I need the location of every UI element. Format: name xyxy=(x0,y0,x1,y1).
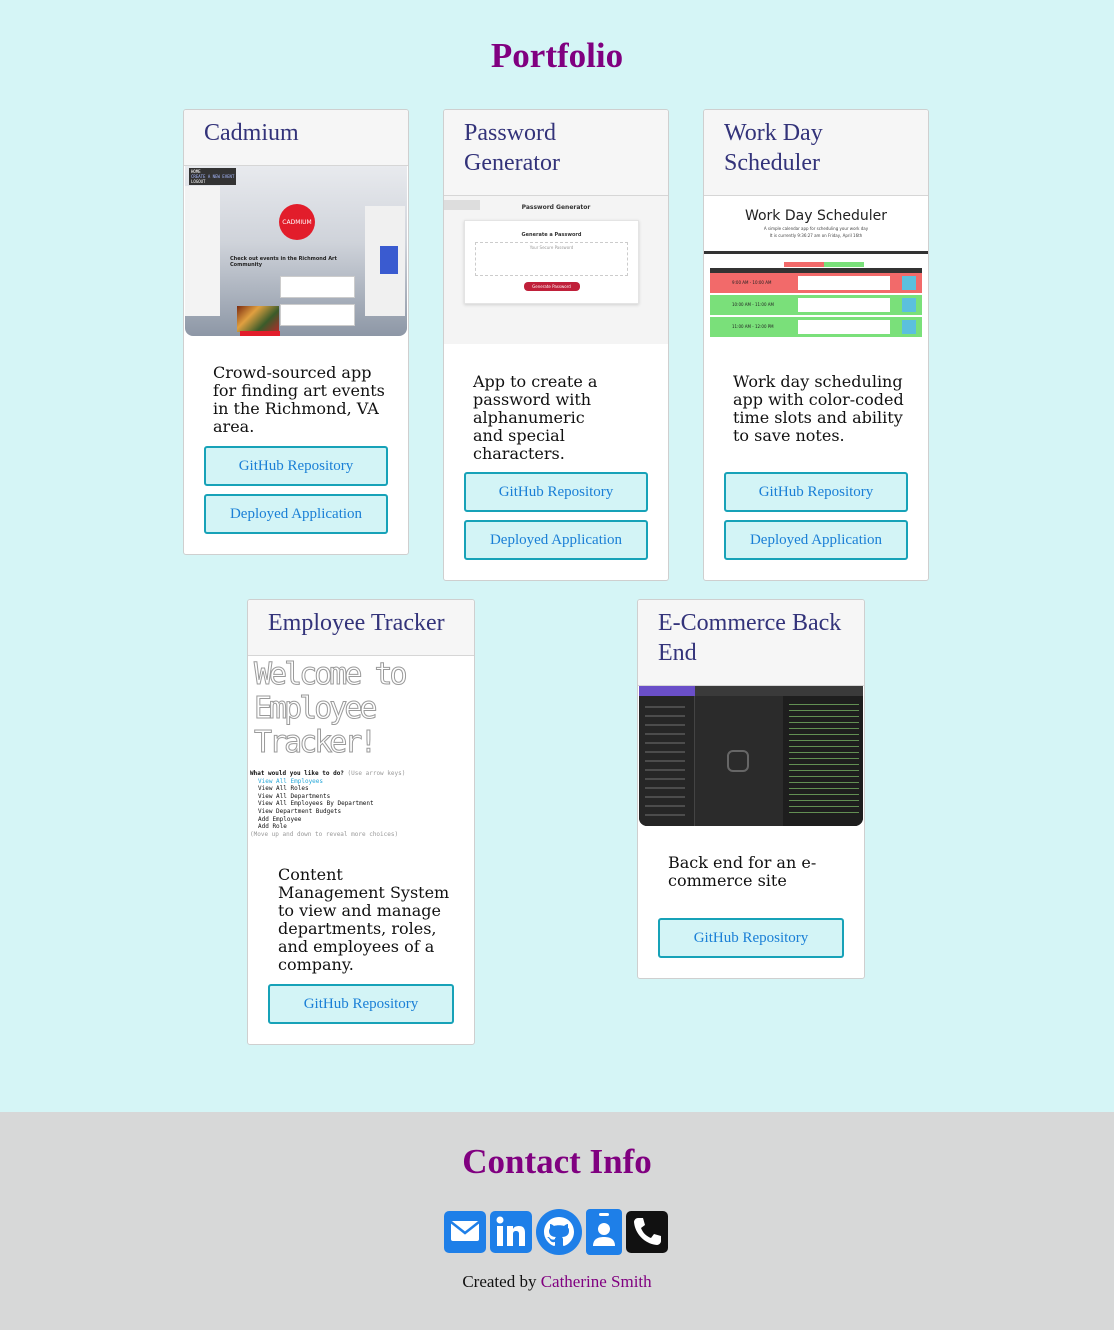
time-slot: 10:00 AM - 11:00 AM xyxy=(732,302,774,307)
menu-option: View All Employees By Department xyxy=(258,800,374,808)
hint: (Use arrow keys) xyxy=(347,770,406,777)
card-title: Cadmium xyxy=(184,110,408,166)
menu-option: View All Departments xyxy=(258,792,331,800)
menu-option: Add Role xyxy=(258,823,287,831)
deployed-application-button[interactable]: Deployed Application xyxy=(204,494,388,534)
github-repository-button[interactable]: GitHub Repository xyxy=(464,472,648,512)
linkedin-icon[interactable] xyxy=(490,1209,532,1253)
prompt: What would you like to do? xyxy=(250,770,344,777)
menu-option: View All Employees xyxy=(258,777,324,785)
screenshot-date: It is currently 9:36:27 am on Friday, Ap… xyxy=(769,233,863,238)
envelope-icon[interactable] xyxy=(444,1209,486,1253)
contact-card-icon[interactable] xyxy=(586,1209,622,1255)
screenshot-button: Generate Password xyxy=(523,282,580,291)
project-card-e-commerce-back-end: E-Commerce Back End Back end for an e-co… xyxy=(637,599,865,979)
project-card-work-day-scheduler: Work Day Scheduler Work Day Scheduler A … xyxy=(703,109,929,581)
time-slot: 11:00 AM - 12:00 PM xyxy=(732,324,774,329)
created-by: Created by Catherine Smith xyxy=(0,1272,1114,1292)
github-repository-button[interactable]: GitHub Repository xyxy=(658,918,844,958)
project-card-cadmium: Cadmium HOME CREATE A NEW EVENT LOGOUT C… xyxy=(183,109,409,555)
github-repository-button[interactable]: GitHub Repository xyxy=(268,984,454,1024)
project-card-employee-tracker: Employee Tracker Welcome to Employee Tra… xyxy=(247,599,475,1045)
card-description: Back end for an e-commerce site xyxy=(668,853,817,890)
project-screenshot: HOME CREATE A NEW EVENT LOGOUT CADMIUM C… xyxy=(185,166,407,336)
project-card-password-generator: Password Generator Password Generator Ge… xyxy=(443,109,669,581)
logo: CADMIUM xyxy=(279,204,315,240)
banner-line: Welcome to xyxy=(254,657,409,692)
github-repository-button[interactable]: GitHub Repository xyxy=(724,472,908,512)
menu-option: View All Roles xyxy=(258,785,309,793)
project-screenshot: Password Generator Generate a Password Y… xyxy=(444,196,668,344)
screenshot-subtitle: A simple calendar app for scheduling you… xyxy=(763,226,869,231)
contact-section: Contact Info Created by Catherine Smith xyxy=(0,1112,1114,1330)
nav-item: LOGOUT xyxy=(191,179,206,184)
card-title: E-Commerce Back End xyxy=(638,600,864,686)
github-repository-button[interactable]: GitHub Repository xyxy=(204,446,388,486)
screenshot-heading: Password Generator xyxy=(521,204,591,211)
screenshot-card-title: Generate a Password xyxy=(521,232,582,238)
banner-line: Employee xyxy=(254,691,378,726)
card-description: App to create a password with alphanumer… xyxy=(473,372,598,463)
tagline: Check out events in the Richmond Art Com… xyxy=(230,256,337,268)
time-slot: 9:00 AM - 10:00 AM xyxy=(732,280,772,285)
menu-option: Add Employee xyxy=(258,815,302,823)
project-screenshot: Welcome to Employee Tracker! What would … xyxy=(248,656,474,840)
card-description: Work day scheduling app with color-coded… xyxy=(733,372,904,445)
deployed-application-button[interactable]: Deployed Application xyxy=(464,520,648,560)
github-icon[interactable] xyxy=(536,1209,582,1255)
card-title: Password Generator xyxy=(444,110,668,196)
screenshot-placeholder: Your Secure Password xyxy=(529,245,574,250)
card-title: Employee Tracker xyxy=(248,600,474,656)
deployed-application-button[interactable]: Deployed Application xyxy=(724,520,908,560)
card-title: Work Day Scheduler xyxy=(704,110,928,196)
screenshot-heading: Work Day Scheduler xyxy=(744,208,888,224)
created-by-label: Created by xyxy=(462,1272,537,1291)
portfolio-title: Portfolio xyxy=(490,36,624,75)
contact-title: Contact Info xyxy=(462,1142,652,1181)
banner-line: Tracker! xyxy=(254,725,378,760)
hint-footer: (Move up and down to reveal more choices… xyxy=(250,830,399,838)
author-link[interactable]: Catherine Smith xyxy=(541,1272,652,1291)
project-screenshot xyxy=(639,686,863,826)
card-description: Crowd-sourced app for finding art events… xyxy=(213,363,385,436)
project-screenshot: Work Day Scheduler A simple calendar app… xyxy=(704,196,928,344)
menu-option: View Department Budgets xyxy=(258,807,342,815)
card-description: Content Management System to view and ma… xyxy=(278,865,450,974)
phone-icon[interactable] xyxy=(626,1209,668,1253)
